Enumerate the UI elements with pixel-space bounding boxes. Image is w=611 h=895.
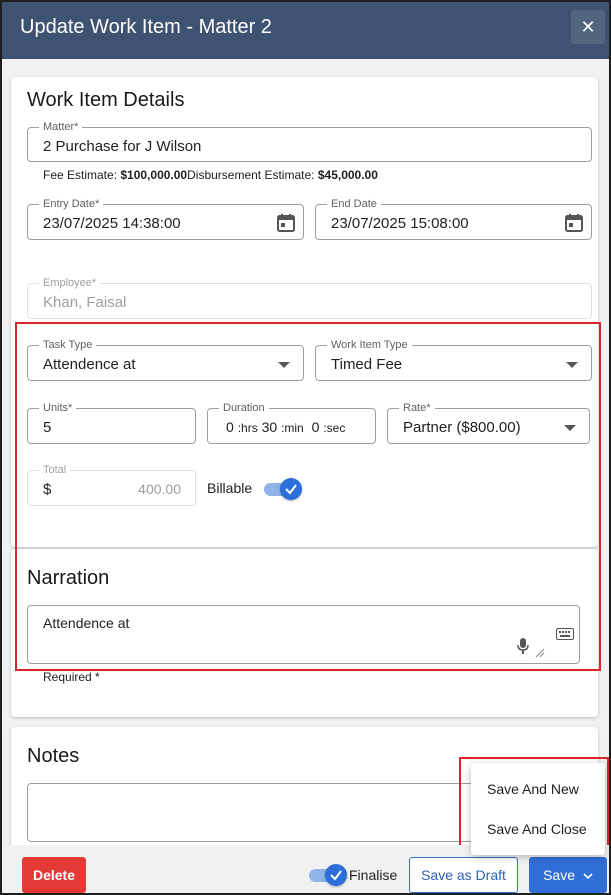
narration-heading: Narration: [27, 567, 110, 589]
dropdown-arrow-icon: [564, 425, 576, 431]
duration-min-input[interactable]: 30: [262, 419, 278, 435]
resize-handle-icon[interactable]: [535, 648, 545, 658]
save-button-label: Save: [543, 867, 576, 883]
task-type-value: Attendence at: [43, 356, 136, 373]
menu-item-save-and-new[interactable]: Save And New: [487, 781, 579, 797]
duration-sec-suffix: :sec: [323, 421, 346, 435]
keyboard-icon[interactable]: [556, 628, 574, 640]
end-date-value: 23/07/2025 15:08:00: [331, 215, 469, 232]
dropdown-arrow-icon: [566, 362, 578, 368]
close-icon: ✕: [580, 17, 596, 37]
narration-textarea[interactable]: Attendence at: [27, 605, 580, 664]
save-as-draft-button[interactable]: Save as Draft: [409, 857, 518, 893]
disbursement-estimate-label: Disbursement Estimate:: [187, 168, 315, 182]
duration-field[interactable]: Duration 0 :hrs 30 :min 0 :sec: [207, 402, 376, 444]
save-dropdown-menu: Save And New Save And Close: [471, 763, 605, 855]
units-label: Units*: [39, 402, 77, 415]
estimates-line: Fee Estimate: $100,000.00Disbursement Es…: [43, 168, 378, 182]
check-icon: [325, 864, 347, 886]
matter-label: Matter*: [39, 121, 83, 134]
rate-value: Partner ($800.00): [403, 419, 521, 436]
save-button[interactable]: Save: [529, 857, 607, 893]
duration-hrs-input[interactable]: 0: [226, 419, 234, 435]
matter-field[interactable]: Matter* 2 Purchase for J Wilson: [27, 121, 592, 162]
duration-values: 0 :hrs 30 :min 0 :sec: [226, 419, 345, 435]
delete-button[interactable]: Delete: [22, 857, 86, 893]
end-date-field[interactable]: End Date 23/07/2025 15:08:00: [315, 198, 592, 240]
end-date-label: End Date: [327, 198, 381, 211]
total-label: Total: [39, 464, 71, 477]
entry-date-value: 23/07/2025 14:38:00: [43, 215, 181, 232]
total-value: 400.00: [138, 481, 181, 497]
task-type-label: Task Type: [39, 339, 97, 352]
rate-select[interactable]: Rate* Partner ($800.00): [387, 402, 590, 444]
notes-heading: Notes: [27, 745, 80, 767]
finalise-toggle[interactable]: [309, 864, 347, 886]
entry-date-label: Entry Date*: [39, 198, 104, 211]
dialog-content[interactable]: Work Item Details Matter* 2 Purchase for…: [2, 59, 609, 845]
calendar-icon[interactable]: [564, 213, 584, 233]
matter-value: 2 Purchase for J Wilson: [43, 138, 202, 155]
work-item-type-select[interactable]: Work Item Type Timed Fee: [315, 339, 592, 381]
units-field[interactable]: Units* 5: [27, 402, 196, 444]
microphone-icon[interactable]: [517, 638, 529, 654]
fee-estimate-label: Fee Estimate:: [43, 168, 118, 182]
chevron-down-icon: [583, 873, 593, 880]
billable-label: Billable: [207, 480, 253, 496]
duration-label: Duration: [219, 402, 269, 415]
work-item-details-heading: Work Item Details: [27, 89, 185, 111]
billable-toggle[interactable]: [264, 478, 302, 500]
calendar-icon[interactable]: [276, 213, 296, 233]
duration-sec-input[interactable]: 0: [312, 419, 320, 435]
close-button[interactable]: ✕: [571, 10, 605, 44]
employee-field: Employee* Khan, Faisal: [27, 277, 592, 319]
units-value: 5: [43, 419, 52, 436]
dialog-title: Update Work Item - Matter 2: [20, 16, 272, 38]
work-item-type-label: Work Item Type: [327, 339, 412, 352]
dropdown-arrow-icon: [278, 362, 290, 368]
total-field: Total $ 400.00: [27, 464, 196, 506]
narration-required-text: Required *: [43, 670, 100, 684]
menu-item-save-and-close[interactable]: Save And Close: [487, 821, 587, 837]
check-icon: [280, 478, 302, 500]
disbursement-estimate-value: $45,000.00: [317, 168, 378, 182]
duration-hrs-suffix: :hrs: [237, 421, 258, 435]
fee-estimate-value: $100,000.00: [120, 168, 188, 182]
duration-min-suffix: :min: [281, 421, 304, 435]
narration-value: Attendence at: [43, 615, 130, 631]
employee-label: Employee*: [39, 277, 101, 290]
entry-date-field[interactable]: Entry Date* 23/07/2025 14:38:00: [27, 198, 304, 240]
total-currency: $: [43, 481, 52, 498]
task-type-select[interactable]: Task Type Attendence at: [27, 339, 304, 381]
rate-label: Rate*: [399, 402, 435, 415]
work-item-type-value: Timed Fee: [331, 356, 403, 373]
dialog-header: Update Work Item - Matter 2 ✕: [0, 0, 611, 59]
employee-value: Khan, Faisal: [43, 294, 127, 311]
finalise-label: Finalise: [349, 867, 398, 883]
